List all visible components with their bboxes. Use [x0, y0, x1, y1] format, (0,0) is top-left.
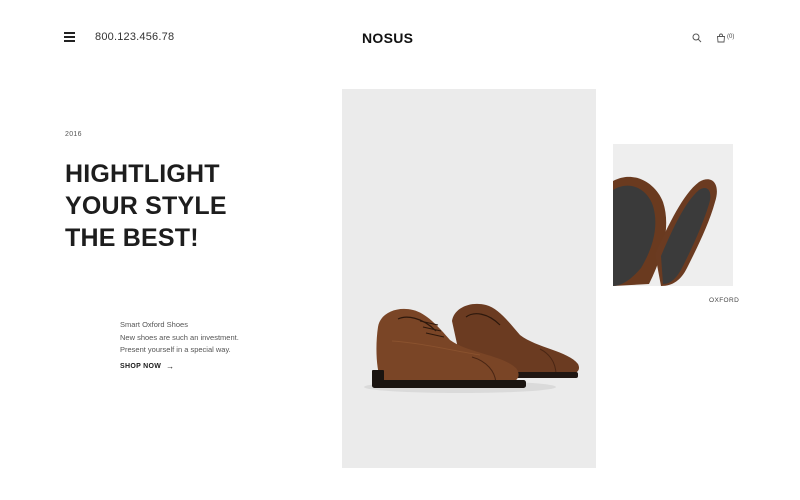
shop-now-label: SHOP NOW — [120, 363, 162, 370]
menu-icon[interactable] — [64, 32, 77, 44]
site-header: 800.123.456.78 NOSUS (0) — [0, 0, 800, 76]
description-line: Smart Oxford Shoes — [120, 320, 188, 329]
oxford-label: OXFORD — [709, 297, 740, 304]
cart-count[interactable]: (0) — [727, 34, 734, 40]
oxford-shoes-pair-image — [364, 303, 580, 393]
phone-number[interactable]: 800.123.456.78 — [95, 31, 174, 43]
search-icon[interactable] — [692, 33, 702, 43]
oxford-product-thumbnail[interactable] — [613, 144, 733, 286]
main-product-image — [342, 89, 596, 468]
description-line: Present yourself in a special way. — [120, 345, 231, 354]
description-line: New shoes are such an investment. — [120, 332, 239, 342]
hero-year: 2016 — [65, 131, 82, 138]
cart-icon[interactable] — [716, 33, 726, 43]
hero-description: Smart Oxford Shoes New shoes are such an… — [120, 319, 239, 357]
site-logo[interactable]: NOSUS — [362, 30, 413, 46]
shoe-soles-image — [613, 176, 717, 286]
headline-line: YOUR STYLE — [65, 192, 227, 220]
shop-now-link[interactable]: SHOP NOW → — [120, 362, 174, 371]
arrow-right-icon: → — [166, 362, 175, 371]
headline-line: HIGHTLIGHT — [65, 160, 220, 188]
hero-headline: HIGHTLIGHT YOUR STYLE THE BEST! — [65, 158, 227, 254]
headline-line: THE BEST! — [65, 224, 199, 252]
